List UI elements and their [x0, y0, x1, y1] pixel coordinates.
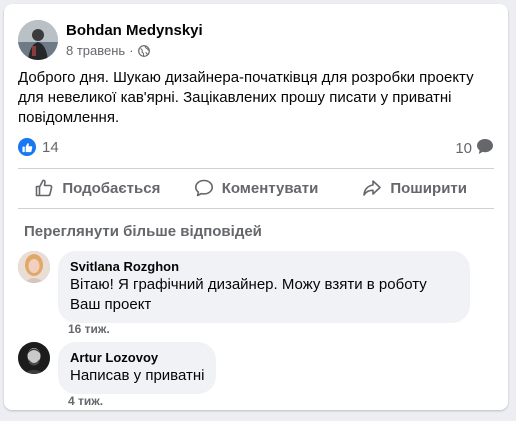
share-icon [363, 180, 382, 196]
view-more-replies-link[interactable]: Переглянути більше відповідей [24, 223, 262, 240]
comment-text: Написав у приватні [70, 367, 205, 384]
like-button-label: Подобається [62, 179, 161, 197]
commenter-avatar[interactable] [18, 342, 50, 374]
post-meta: 8 травень · [66, 43, 150, 58]
date-separator: · [129, 43, 134, 58]
share-button[interactable]: Поширити [335, 170, 494, 206]
comment-time[interactable]: 4 тиж. [68, 394, 103, 408]
like-button[interactable]: Подобається [18, 170, 177, 206]
divider [18, 168, 494, 169]
thumbs-up-icon [36, 179, 53, 197]
comment-count-value: 10 [455, 140, 472, 157]
comment-button-label: Коментувати [221, 179, 319, 197]
author-avatar[interactable] [18, 20, 58, 60]
comment-count[interactable]: 10 [455, 138, 494, 159]
comment-text: Вітаю! Я графічний дизайнер. Можу взяти … [70, 276, 427, 293]
comment-text: Ваш проект [70, 296, 152, 313]
comment-icon [194, 179, 213, 197]
comment-bubble-icon [476, 138, 494, 159]
share-button-label: Поширити [390, 179, 467, 197]
comment-bubble: Artur Lozovoy Написав у приватні [58, 342, 217, 394]
post-date[interactable]: 8 травень [66, 43, 125, 58]
comment-author[interactable]: Artur Lozovoy [70, 350, 204, 366]
commenter-avatar[interactable] [18, 251, 50, 283]
like-icon [18, 138, 36, 156]
post-actions: Подобається Коментувати Поширити [18, 170, 494, 206]
post-text: Доброго дня. Шукаю дизайнера-початківця … [18, 69, 474, 126]
divider [18, 208, 494, 209]
post-card: Bohdan Medynskyi 8 травень · Доброго дня… [4, 4, 508, 410]
comment-time[interactable]: 16 тиж. [68, 322, 110, 336]
reaction-count: 14 [42, 138, 59, 156]
comment-author[interactable]: Svitlana Rozghon [70, 259, 458, 275]
globe-icon[interactable] [137, 44, 150, 57]
reaction-summary[interactable]: 14 [18, 138, 59, 156]
comment-bubble: Svitlana Rozghon Вітаю! Я графічний диза… [58, 251, 470, 323]
comment-button[interactable]: Коментувати [177, 170, 336, 206]
author-name[interactable]: Bohdan Medynskyi [66, 22, 203, 39]
